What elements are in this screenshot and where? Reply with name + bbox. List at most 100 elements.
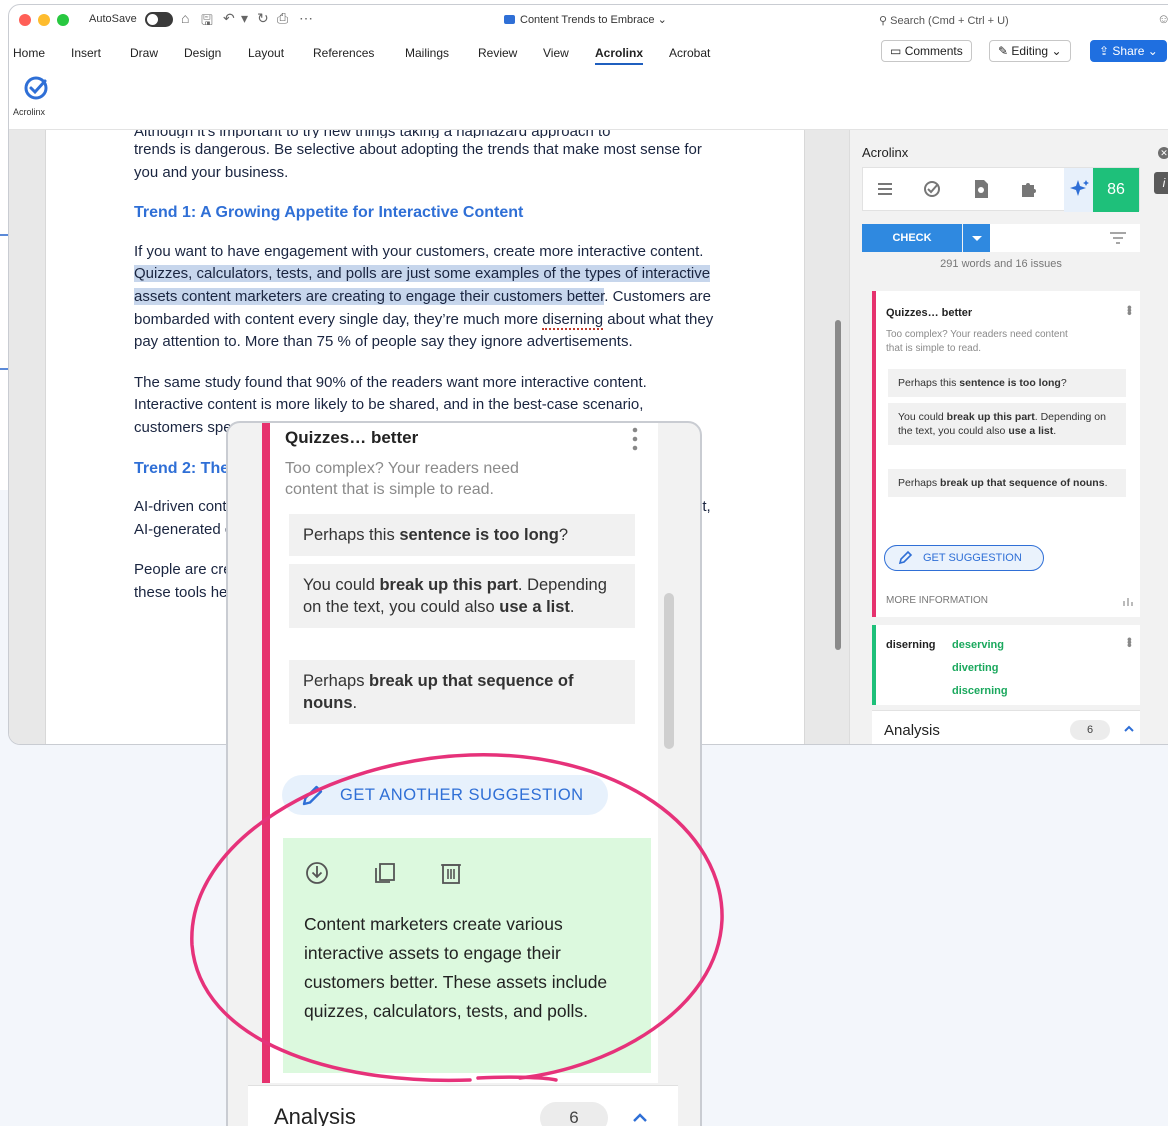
suggestion-text: You could bbox=[898, 411, 947, 423]
misspelled-word[interactable]: diserning bbox=[542, 310, 604, 330]
document-search-icon[interactable] bbox=[969, 177, 993, 201]
undo-dropdown-icon[interactable]: ▾ bbox=[241, 10, 248, 27]
check-button[interactable]: CHECK bbox=[862, 224, 962, 252]
delete-icon[interactable] bbox=[438, 860, 464, 886]
autosave-toggle[interactable] bbox=[145, 12, 173, 27]
tab-draw[interactable]: Draw bbox=[130, 46, 158, 60]
spelling-suggestion[interactable]: discerning bbox=[952, 685, 1008, 697]
spelling-suggestion[interactable]: deserving bbox=[952, 639, 1004, 651]
more-options-icon[interactable]: ••• bbox=[1122, 637, 1138, 646]
get-suggestion-button[interactable]: GET SUGGESTION bbox=[884, 545, 1044, 571]
issue-description: Too complex? Your readers need content t… bbox=[285, 460, 519, 498]
puzzle-icon[interactable] bbox=[1017, 177, 1041, 201]
issue-description: Too complex? Your readers need content t… bbox=[886, 329, 1068, 354]
suggestion-text: Perhaps this bbox=[898, 377, 960, 389]
paragraph-intro: trends is dangerous. Be selective about … bbox=[134, 141, 702, 181]
undo-icon[interactable]: ↶ bbox=[223, 10, 235, 27]
rewrite-text: Content marketers create various interac… bbox=[304, 914, 608, 1021]
menu-icon[interactable] bbox=[873, 177, 897, 201]
suggestion-item[interactable]: You could break up this part. Depending … bbox=[888, 403, 1126, 445]
suggestion-item[interactable]: Perhaps break up that sequence of nouns. bbox=[888, 469, 1126, 497]
close-icon[interactable]: ✕ bbox=[1158, 147, 1168, 159]
suggestion-emphasis: break up this part bbox=[379, 576, 518, 594]
partially-visible-line: Although it's important to try new thing… bbox=[134, 130, 714, 138]
search-box[interactable]: ⚲ Search (Cmd + Ctrl + U) bbox=[871, 10, 1141, 31]
close-window-button[interactable] bbox=[19, 14, 31, 26]
share-button[interactable]: ⇪ Share ⌄ bbox=[1090, 40, 1167, 62]
pencil-icon: ✎ bbox=[998, 44, 1009, 58]
chevron-up-icon[interactable] bbox=[630, 1108, 650, 1126]
bar-chart-icon[interactable] bbox=[1122, 596, 1134, 606]
suggestion-emphasis: use a list bbox=[1008, 425, 1054, 437]
tab-mailings[interactable]: Mailings bbox=[405, 46, 449, 60]
print-icon[interactable]: ⎙ bbox=[277, 10, 288, 27]
suggestion-text: . bbox=[1104, 477, 1108, 489]
pen-icon bbox=[302, 785, 323, 806]
comments-label: Comments bbox=[904, 44, 963, 58]
tab-acrolinx[interactable]: Acrolinx bbox=[595, 46, 644, 65]
editing-button[interactable]: ✎ Editing ⌄ bbox=[989, 40, 1071, 62]
suggestion-item[interactable]: Perhaps this sentence is too long? bbox=[888, 369, 1126, 397]
check-circle-icon[interactable] bbox=[920, 177, 944, 201]
tab-design[interactable]: Design bbox=[184, 46, 221, 60]
zoomed-issue-panel: Quizzes… better Too complex? Your reader… bbox=[226, 421, 702, 1126]
more-options-icon[interactable]: ••• bbox=[1122, 305, 1138, 314]
analysis-bar[interactable]: Analysis 6 bbox=[248, 1085, 678, 1126]
suggestion-text: Perhaps bbox=[303, 672, 370, 690]
more-commands-icon[interactable]: ⋯ bbox=[299, 10, 313, 27]
suggestion-text: . bbox=[352, 694, 358, 712]
get-another-suggestion-label: GET ANOTHER SUGGESTION bbox=[340, 786, 584, 804]
suggestion-emphasis: use a list bbox=[499, 598, 570, 616]
tab-insert[interactable]: Insert bbox=[71, 46, 101, 60]
comments-button[interactable]: ▭ Comments bbox=[881, 40, 972, 62]
account-icon[interactable]: ☺ bbox=[1157, 11, 1168, 26]
more-information-link[interactable]: MORE INFORMATION bbox=[886, 595, 988, 606]
suggestion-item[interactable]: You could break up this part. Depending … bbox=[289, 564, 635, 628]
tab-acrobat[interactable]: Acrobat bbox=[669, 46, 710, 60]
tab-view[interactable]: View bbox=[543, 46, 569, 60]
analysis-label: Analysis bbox=[274, 1104, 356, 1126]
autosave-label: AutoSave bbox=[89, 13, 137, 25]
home-icon[interactable]: ⌂ bbox=[181, 10, 189, 26]
spelling-suggestion[interactable]: diverting bbox=[952, 662, 998, 674]
redo-icon[interactable]: ↻ bbox=[257, 10, 269, 27]
save-icon[interactable]: 🖫 bbox=[201, 10, 213, 34]
replace-icon[interactable] bbox=[304, 860, 330, 886]
share-label: Share bbox=[1112, 44, 1145, 58]
chevron-up-icon[interactable] bbox=[1122, 722, 1136, 736]
sidebar-title: Acrolinx bbox=[862, 145, 909, 160]
info-icon[interactable]: i bbox=[1154, 172, 1168, 194]
document-title-text: Content Trends to Embrace bbox=[520, 14, 655, 26]
document-scrollbar[interactable] bbox=[835, 320, 841, 650]
suggestion-emphasis: sentence is too long bbox=[959, 377, 1061, 389]
editing-label: Editing bbox=[1011, 44, 1049, 58]
acrolinx-ribbon-label[interactable]: Acrolinx bbox=[13, 107, 45, 117]
tab-home[interactable]: Home bbox=[13, 46, 45, 60]
sparkle-icon[interactable] bbox=[1068, 177, 1092, 201]
issue-card[interactable]: Quizzes… better ••• Too complex? Your re… bbox=[872, 291, 1140, 617]
tab-review[interactable]: Review bbox=[478, 46, 517, 60]
document-title[interactable]: Content Trends to Embrace ⌄ bbox=[504, 13, 667, 26]
copy-icon[interactable] bbox=[372, 860, 398, 886]
get-another-suggestion-button[interactable]: GET ANOTHER SUGGESTION bbox=[282, 775, 608, 815]
tab-layout[interactable]: Layout bbox=[248, 46, 284, 60]
quality-score[interactable]: 86 bbox=[1093, 168, 1139, 212]
minimize-window-button[interactable] bbox=[38, 14, 50, 26]
text-run: If you want to have engagement with your… bbox=[134, 242, 704, 260]
acrolinx-logo-icon[interactable] bbox=[23, 75, 49, 101]
comment-icon: ▭ bbox=[890, 44, 902, 58]
filter-icon[interactable] bbox=[1108, 230, 1128, 246]
tab-references[interactable]: References bbox=[313, 46, 374, 60]
check-dropdown-button[interactable] bbox=[963, 224, 990, 252]
analysis-count: 6 bbox=[1070, 720, 1110, 740]
heading-trend-1: Trend 1: A Growing Appetite for Interact… bbox=[134, 204, 524, 222]
get-suggestion-label: GET SUGGESTION bbox=[923, 552, 1022, 564]
spelling-card[interactable]: diserning deserving diverting discerning… bbox=[872, 625, 1140, 705]
suggestion-item[interactable]: Perhaps break up that sequence of nouns. bbox=[289, 660, 635, 724]
analysis-bar[interactable]: Analysis 6 bbox=[872, 710, 1140, 744]
more-options-icon[interactable] bbox=[632, 426, 638, 452]
panel-scrollbar[interactable] bbox=[664, 593, 674, 749]
suggestion-item[interactable]: Perhaps this sentence is too long? bbox=[289, 514, 635, 556]
zoomed-issue-card[interactable]: Quizzes… better Too complex? Your reader… bbox=[262, 423, 658, 1083]
zoom-window-button[interactable] bbox=[57, 14, 69, 26]
